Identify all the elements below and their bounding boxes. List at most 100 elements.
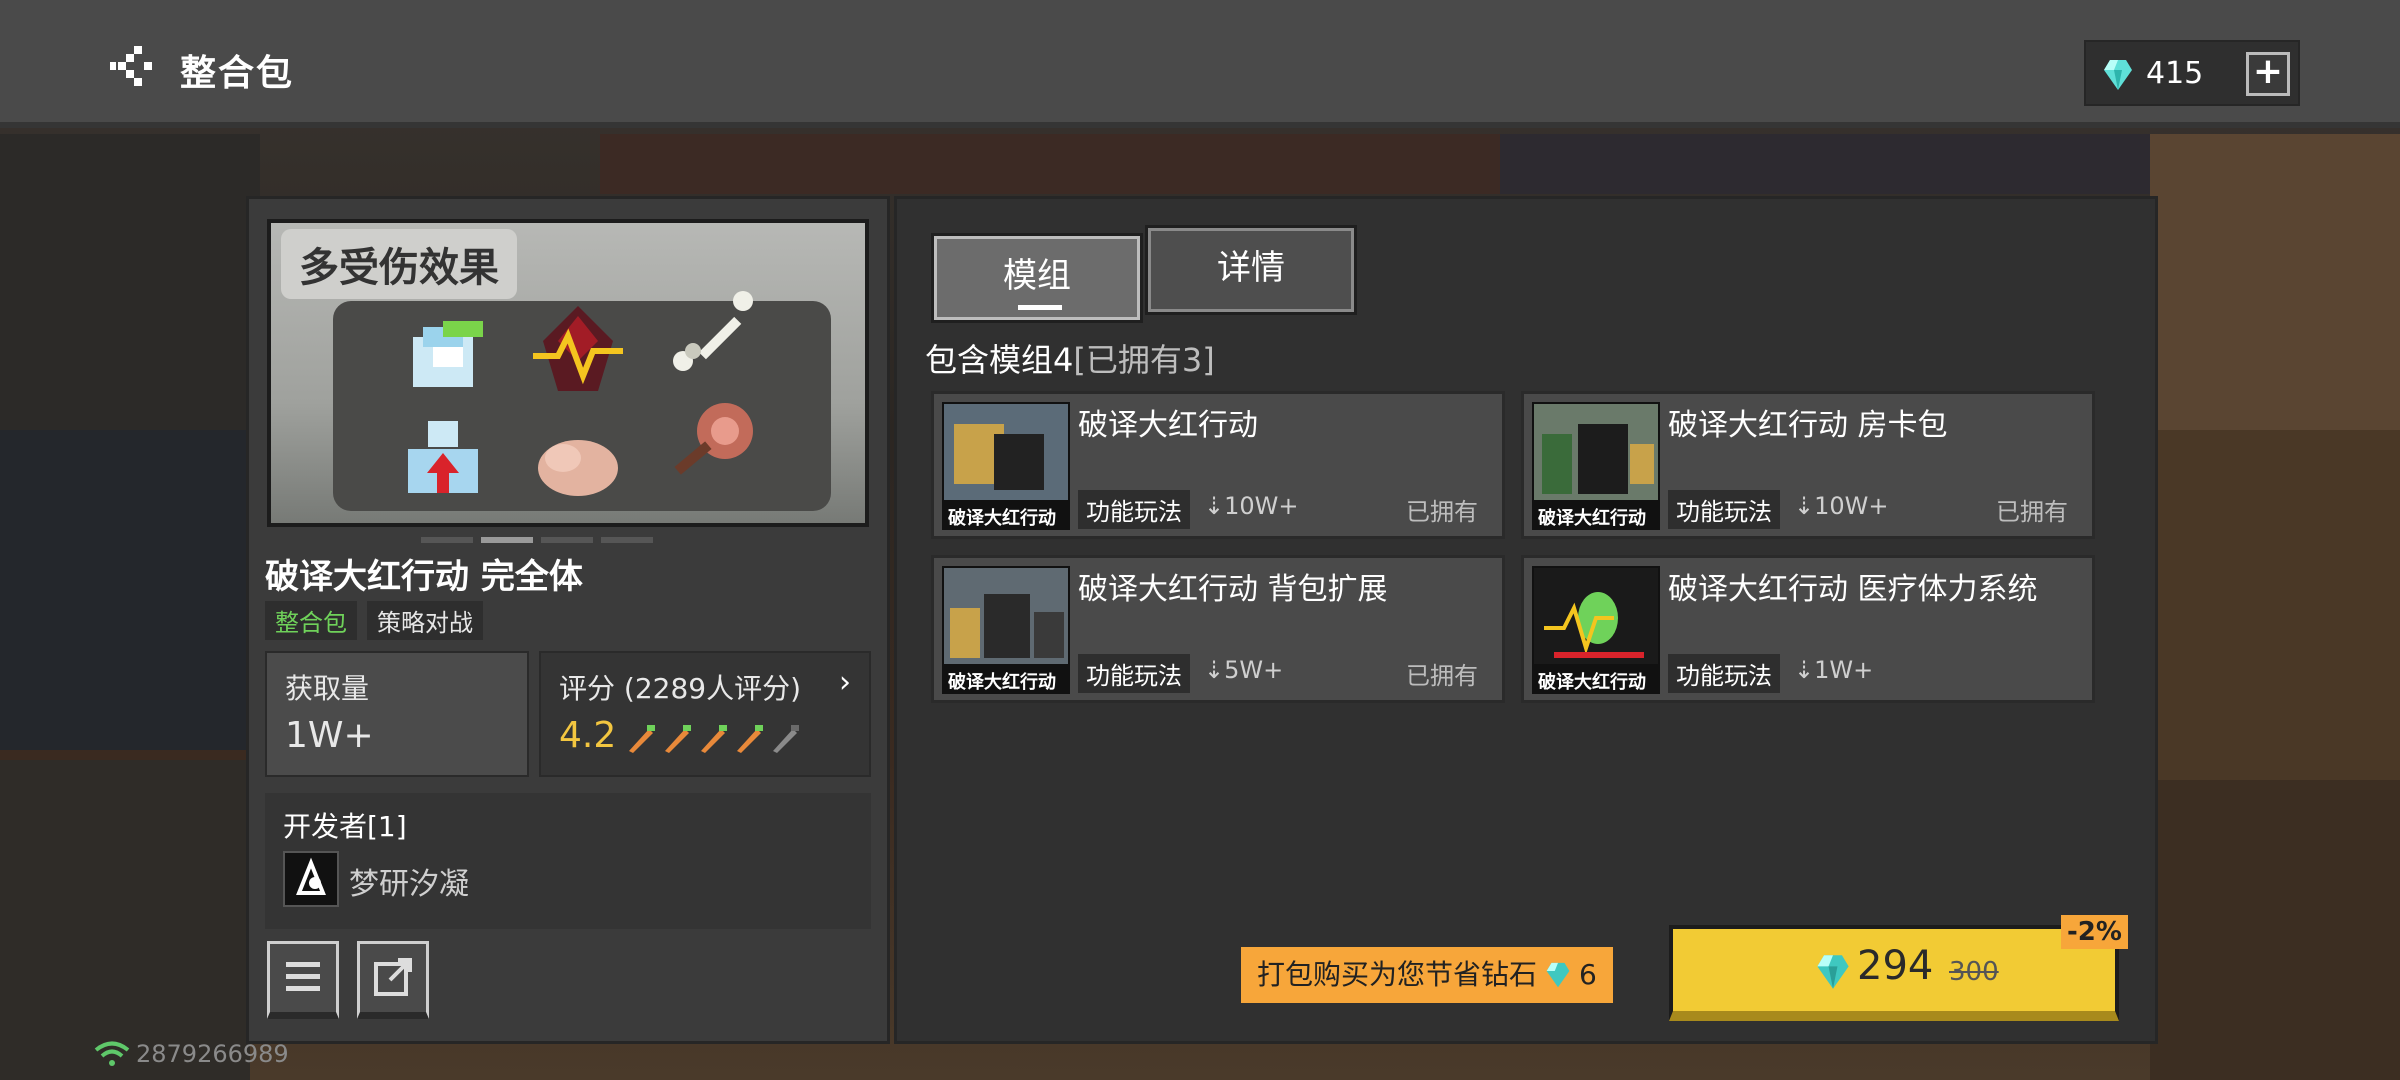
rating-stat[interactable]: 评分 (2289人评分) › 4.2 [539, 651, 871, 777]
discount-badge: -2% [2061, 915, 2128, 949]
tag-strategy[interactable]: 策略对战 [367, 601, 483, 640]
pack-info-panel: 多受伤效果 破译大红行动 完全体 整合包 策略对战 获取量 1W+ 评分 (22… [246, 196, 890, 1044]
downloads-label: 获取量 [285, 672, 370, 705]
tab-details-label: 详情 [1217, 248, 1285, 288]
developer-label: 开发者[1] [283, 810, 407, 843]
thumb-caption: 破译大红行动 [948, 508, 1056, 529]
banner-tag: 多受伤效果 [281, 229, 517, 299]
tab-modules-label: 模组 [1003, 256, 1071, 296]
save-tip-amount: 6 [1579, 958, 1597, 991]
network-status: 2879266989 [94, 1040, 289, 1068]
thumb-caption: 破译大红行动 [948, 672, 1056, 693]
bundle-save-tip: 打包购买为您节省钻石 6 [1241, 947, 1613, 1003]
download-icon: ⇣ [1204, 492, 1225, 520]
mod-name: 破译大红行动 背包扩展 [1078, 572, 1388, 607]
diamond-icon [1546, 962, 1570, 988]
muscle-arm-icon [538, 440, 618, 496]
wifi-icon [94, 1041, 130, 1066]
mod-downloads: ⇣10W+ [1794, 492, 1889, 520]
add-diamonds-button[interactable]: + [2246, 52, 2290, 96]
carrot-star-icon [629, 725, 655, 753]
developer-logo-icon [296, 857, 326, 895]
download-icon: ⇣ [1204, 656, 1225, 684]
diamond-icon [1817, 955, 1849, 989]
mod-downloads-value: 10W+ [1814, 492, 1889, 520]
carrot-star-icon [665, 725, 691, 753]
rating-label: 评分 (2289人评分) [559, 672, 802, 705]
download-icon: ⇣ [1794, 656, 1815, 684]
list-icon [286, 962, 320, 991]
contains-count: 包含模组4 [925, 341, 1074, 379]
mod-card[interactable]: 破译大红行动 破译大红行动 房卡包 功能玩法 ⇣10W+ 已拥有 [1521, 391, 2095, 539]
mod-thumbnail: 破译大红行动 [942, 402, 1070, 530]
meat-icon [674, 403, 753, 475]
pack-banner[interactable]: 多受伤效果 [267, 219, 869, 527]
pack-tags: 整合包 策略对战 [265, 601, 483, 640]
thumb-caption: 破译大红行动 [1538, 508, 1646, 529]
mod-downloads: ⇣5W+ [1204, 656, 1283, 684]
mod-card[interactable]: 破译大红行动 破译大红行动 医疗体力系统 功能玩法 ⇣1W+ [1521, 555, 2095, 703]
tag-integration-pack[interactable]: 整合包 [265, 601, 357, 640]
downloads-value: 1W+ [285, 715, 374, 756]
contains-summary: 包含模组4[已拥有3] [925, 335, 1215, 381]
carrot-star-icon [737, 725, 763, 753]
downloads-stat: 获取量 1W+ [265, 651, 529, 777]
mod-thumbnail: 破译大红行动 [1532, 566, 1660, 694]
bundle-price: 294 [1857, 943, 1934, 989]
mod-category: 功能玩法 [1668, 490, 1780, 529]
mod-card[interactable]: 破译大红行动 破译大红行动 功能玩法 ⇣10W+ 已拥有 [931, 391, 1505, 539]
device-id: 2879266989 [136, 1040, 289, 1068]
banner-page-indicator [421, 537, 661, 543]
thumb-caption: 破译大红行动 [1538, 672, 1646, 693]
menu-button[interactable] [267, 941, 339, 1019]
developer-avatar[interactable] [283, 851, 339, 907]
mod-owned-status: 已拥有 [1406, 662, 1478, 690]
developer-section: 开发者[1] 梦研汐凝 [265, 793, 871, 929]
modules-panel: 模组 详情 包含模组4[已拥有3] 破译大红行动 破译大红行动 功能玩法 ⇣10… [894, 196, 2158, 1044]
mod-owned-status: 已拥有 [1406, 498, 1478, 526]
mod-thumbnail: 破译大红行动 [1532, 402, 1660, 530]
mod-card[interactable]: 破译大红行动 破译大红行动 背包扩展 功能玩法 ⇣5W+ 已拥有 [931, 555, 1505, 703]
mod-category: 功能玩法 [1668, 654, 1780, 693]
developer-name[interactable]: 梦研汐凝 [349, 859, 469, 903]
carrot-star-empty-icon [773, 725, 799, 753]
carrot-star-icon [701, 725, 727, 753]
ice-heart-icon [413, 321, 483, 387]
strength-figure-icon [408, 421, 478, 493]
top-bar: 整合包 415 + [0, 0, 2400, 128]
mod-downloads-value: 1W+ [1814, 656, 1874, 684]
mod-category: 功能玩法 [1078, 490, 1190, 529]
diamond-balance: 415 + [2084, 40, 2300, 106]
original-price: 300 [1949, 957, 1999, 987]
share-button[interactable] [357, 941, 429, 1019]
banner-items-board [333, 291, 831, 511]
rating-stars [625, 723, 801, 755]
tab-modules[interactable]: 模组 [931, 233, 1143, 323]
share-icon [374, 958, 412, 996]
heartbeat-crystal-icon [533, 306, 623, 391]
diamond-amount: 415 [2146, 56, 2204, 91]
mod-downloads: ⇣10W+ [1204, 492, 1299, 520]
rating-value: 4.2 [559, 715, 617, 756]
download-icon: ⇣ [1794, 492, 1815, 520]
chevron-right-icon: › [839, 665, 851, 700]
mod-downloads-value: 5W+ [1224, 656, 1284, 684]
page-title: 整合包 [180, 53, 295, 94]
buy-bundle-button[interactable]: 294 300 [1669, 925, 2119, 1021]
mod-downloads: ⇣1W+ [1794, 656, 1873, 684]
mod-category: 功能玩法 [1078, 654, 1190, 693]
bone-icon [673, 291, 753, 371]
mod-name: 破译大红行动 房卡包 [1668, 408, 1948, 443]
diamond-icon [2104, 60, 2132, 90]
mod-owned-status: 已拥有 [1996, 498, 2068, 526]
mod-thumbnail: 破译大红行动 [942, 566, 1070, 694]
back-button[interactable] [108, 44, 158, 88]
pack-name: 破译大红行动 完全体 [265, 557, 583, 597]
contains-owned: [已拥有3] [1073, 341, 1215, 379]
tab-details[interactable]: 详情 [1145, 225, 1357, 315]
back-arrow-icon [110, 46, 152, 86]
mod-name: 破译大红行动 [1078, 408, 1258, 443]
save-tip-text: 打包购买为您节省钻石 [1257, 958, 1538, 991]
mod-downloads-value: 10W+ [1224, 492, 1299, 520]
mod-name: 破译大红行动 医疗体力系统 [1668, 572, 2038, 607]
